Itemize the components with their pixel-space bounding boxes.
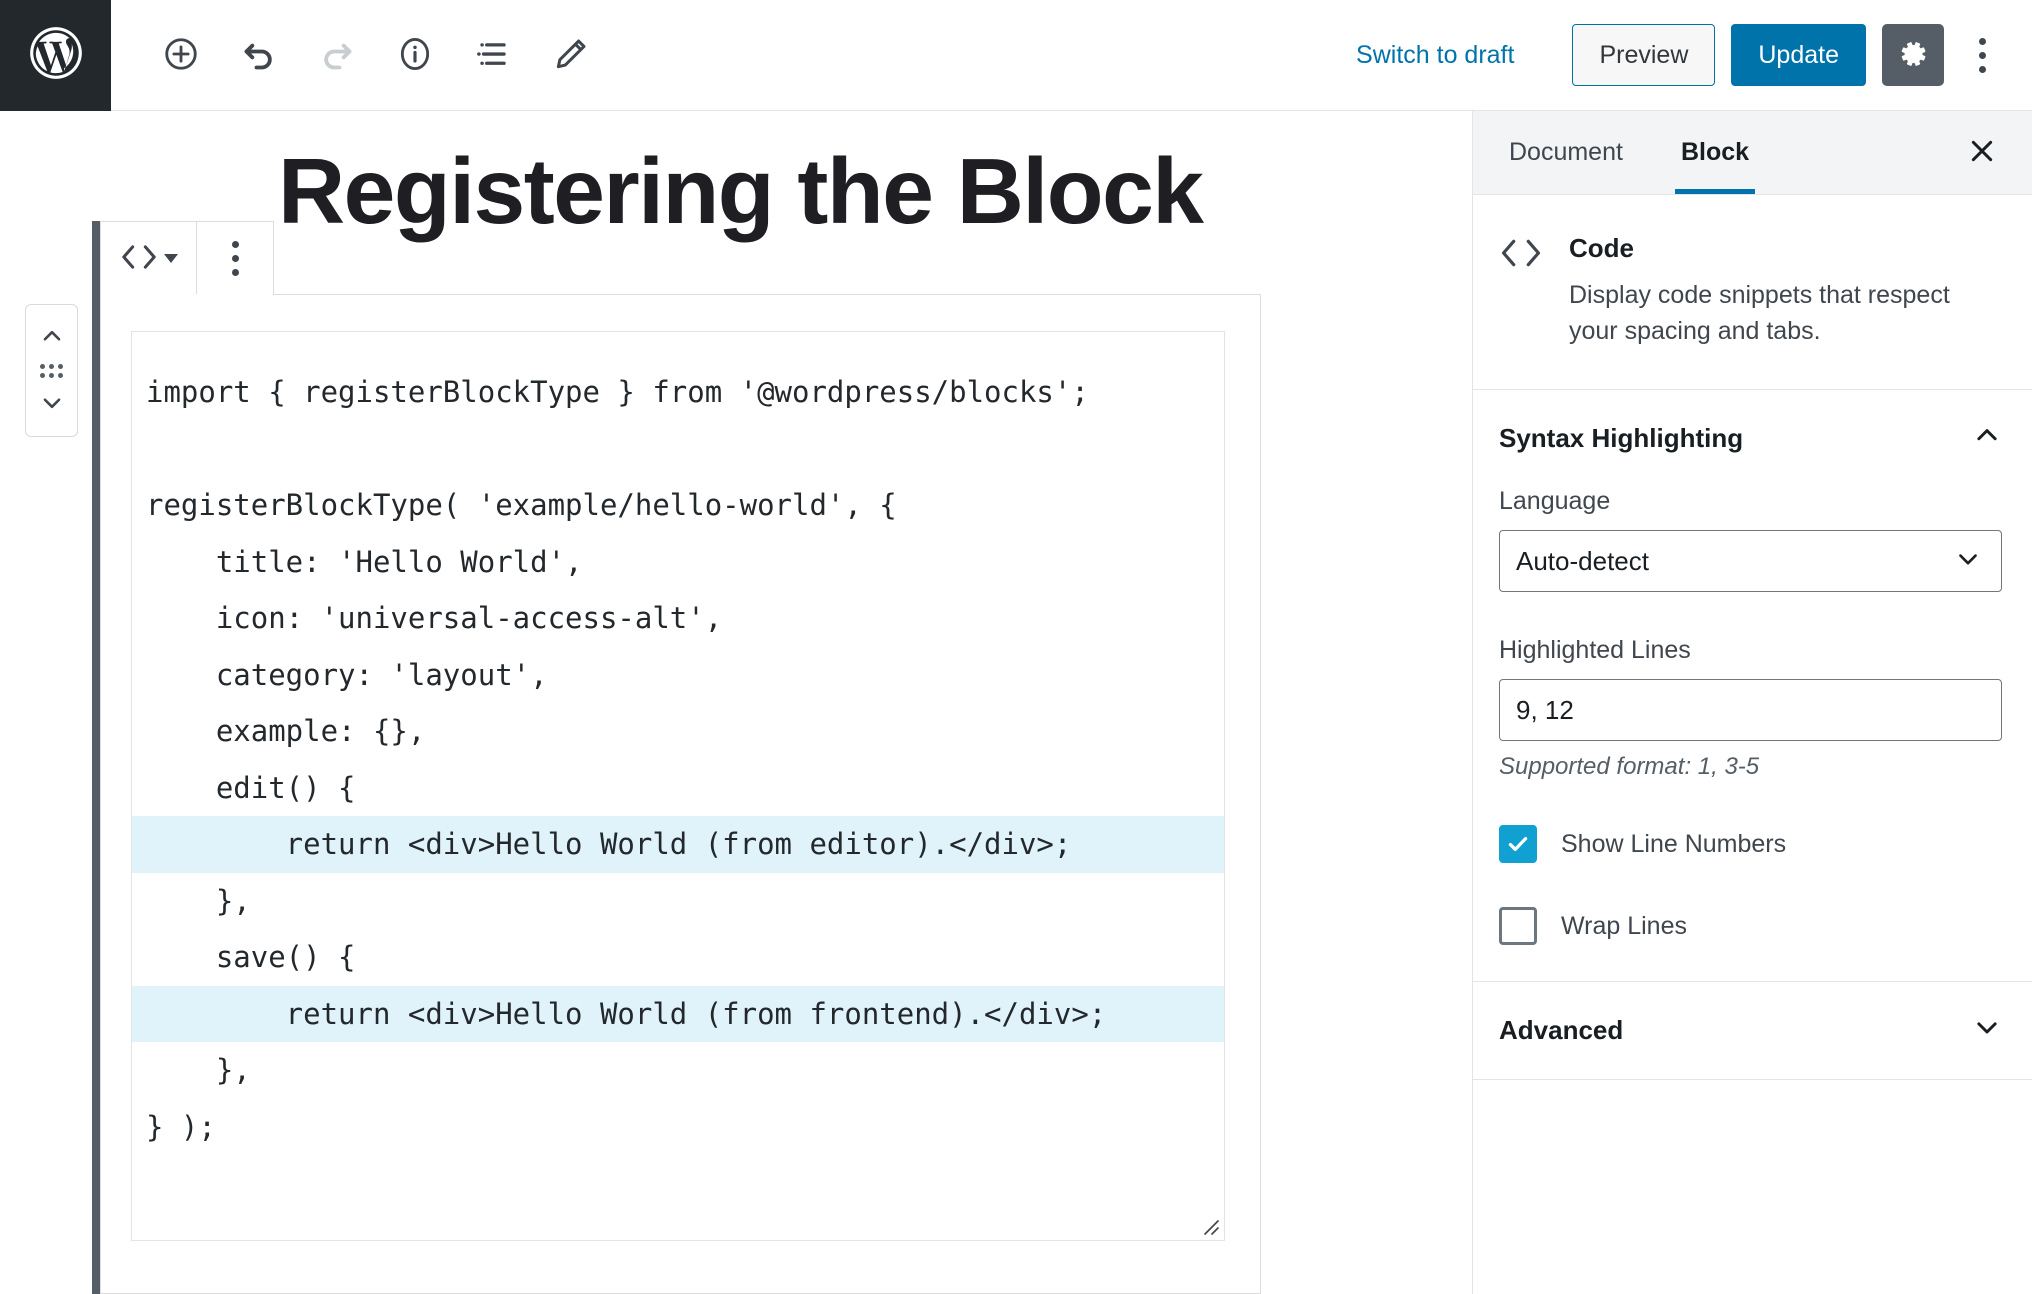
highlighted-lines-input[interactable] bbox=[1499, 679, 2002, 741]
highlighted-lines-help-text: Supported format: 1, 3-5 bbox=[1499, 753, 2002, 781]
content-info-button[interactable] bbox=[385, 25, 445, 85]
settings-sidebar: Document Block Code Display code snippet… bbox=[1472, 111, 2032, 1294]
kebab-vertical-icon bbox=[1979, 38, 1986, 73]
list-view-icon bbox=[474, 35, 512, 76]
code-line: save() { bbox=[132, 929, 1224, 986]
code-line: }, bbox=[132, 1042, 1224, 1099]
show-line-numbers-checkbox[interactable]: Show Line Numbers bbox=[1499, 825, 2002, 863]
advanced-panel-title: Advanced bbox=[1499, 1015, 1623, 1046]
block-card-title: Code bbox=[1569, 233, 2002, 264]
undo-button[interactable] bbox=[229, 25, 289, 85]
show-line-numbers-label: Show Line Numbers bbox=[1561, 830, 1786, 859]
editor-canvas: Registering the Block bbox=[0, 111, 1472, 1294]
code-line: category: 'layout', bbox=[132, 647, 1224, 704]
code-line bbox=[132, 421, 1224, 478]
close-sidebar-button[interactable] bbox=[1952, 111, 2012, 194]
block-card-text: Code Display code snippets that respect … bbox=[1569, 233, 2002, 349]
code-line: title: 'Hello World', bbox=[132, 534, 1224, 591]
checkbox-checked-icon bbox=[1499, 825, 1537, 863]
syntax-highlighting-panel-body: Language Auto-detect Highlighted Lines S… bbox=[1473, 487, 2032, 981]
code-angle-brackets-icon bbox=[120, 242, 158, 275]
wrap-lines-label: Wrap Lines bbox=[1561, 912, 1687, 941]
kebab-vertical-icon bbox=[232, 241, 239, 276]
pencil-icon bbox=[552, 35, 590, 76]
code-line: icon: 'universal-access-alt', bbox=[132, 590, 1224, 647]
block-options-button[interactable] bbox=[197, 222, 273, 294]
language-select[interactable]: Auto-detect bbox=[1499, 530, 2002, 592]
block-card-description: Display code snippets that respect your … bbox=[1569, 278, 2002, 349]
advanced-panel-header[interactable]: Advanced bbox=[1473, 982, 2032, 1079]
syntax-highlighting-panel-title: Syntax Highlighting bbox=[1499, 423, 1743, 454]
chevron-up-icon bbox=[39, 323, 65, 352]
editor-top-bar: Switch to draft Preview Update bbox=[0, 0, 2032, 111]
preview-button[interactable]: Preview bbox=[1572, 24, 1715, 86]
sidebar-tab-bar: Document Block bbox=[1473, 111, 2032, 195]
redo-arrow-icon bbox=[317, 34, 357, 77]
close-x-icon bbox=[1966, 135, 1998, 170]
block-info-card: Code Display code snippets that respect … bbox=[1473, 195, 2032, 390]
block-navigation-button[interactable] bbox=[463, 25, 523, 85]
add-block-button[interactable] bbox=[151, 25, 211, 85]
update-button[interactable]: Update bbox=[1731, 24, 1866, 86]
code-line: return <div>Hello World (from editor).</… bbox=[132, 816, 1224, 873]
edit-mode-button[interactable] bbox=[541, 25, 601, 85]
drag-dots-icon[interactable] bbox=[40, 364, 63, 378]
code-angle-brackets-icon bbox=[1499, 233, 1543, 349]
highlighted-lines-field: Highlighted Lines Supported format: 1, 3… bbox=[1499, 636, 2002, 781]
move-block-up-button[interactable] bbox=[29, 317, 74, 357]
caret-down-icon bbox=[164, 254, 178, 263]
wordpress-logo-icon bbox=[25, 22, 87, 89]
info-circle-icon bbox=[396, 35, 434, 76]
code-line: }, bbox=[132, 873, 1224, 930]
undo-arrow-icon bbox=[239, 34, 279, 77]
language-field: Language Auto-detect bbox=[1499, 487, 2002, 592]
advanced-panel: Advanced bbox=[1473, 982, 2032, 1080]
block-selection-indicator bbox=[92, 221, 100, 1294]
code-content: import { registerBlockType } from '@word… bbox=[132, 332, 1224, 1155]
wrap-lines-checkbox[interactable]: Wrap Lines bbox=[1499, 907, 2002, 945]
move-block-down-button[interactable] bbox=[29, 384, 74, 424]
highlighted-lines-label: Highlighted Lines bbox=[1499, 636, 2002, 665]
code-line: edit() { bbox=[132, 760, 1224, 817]
plus-circle-icon bbox=[162, 35, 200, 76]
chevron-up-icon bbox=[1972, 420, 2002, 457]
resize-corner-icon[interactable] bbox=[1196, 1212, 1222, 1238]
code-line: registerBlockType( 'example/hello-world'… bbox=[132, 477, 1224, 534]
tab-document[interactable]: Document bbox=[1487, 111, 1645, 194]
tab-block[interactable]: Block bbox=[1659, 111, 1771, 194]
syntax-highlighting-panel-header[interactable]: Syntax Highlighting bbox=[1473, 390, 2032, 487]
code-line: } ); bbox=[132, 1099, 1224, 1156]
block-toolbar bbox=[100, 221, 274, 295]
post-title[interactable]: Registering the Block bbox=[278, 140, 1203, 242]
block-type-switcher-button[interactable] bbox=[101, 222, 197, 294]
switch-to-draft-button[interactable]: Switch to draft bbox=[1340, 31, 1530, 80]
code-line: import { registerBlockType } from '@word… bbox=[132, 364, 1224, 421]
chevron-down-icon bbox=[1972, 1012, 2002, 1049]
code-line: return <div>Hello World (from frontend).… bbox=[132, 986, 1224, 1043]
top-bar-tools bbox=[111, 25, 601, 85]
wordpress-logo-button[interactable] bbox=[0, 0, 111, 111]
more-menu-button[interactable] bbox=[1954, 24, 2010, 86]
block-mover-controls bbox=[25, 304, 78, 437]
code-block[interactable]: import { registerBlockType } from '@word… bbox=[100, 294, 1261, 1294]
language-label: Language bbox=[1499, 487, 2002, 516]
syntax-highlighting-panel: Syntax Highlighting Language Auto-detect bbox=[1473, 390, 2032, 982]
gear-icon bbox=[1896, 37, 1930, 74]
checkbox-unchecked-icon bbox=[1499, 907, 1537, 945]
code-line: example: {}, bbox=[132, 703, 1224, 760]
settings-toggle-button[interactable] bbox=[1882, 24, 1944, 86]
code-editor-textarea[interactable]: import { registerBlockType } from '@word… bbox=[131, 331, 1225, 1241]
top-bar-actions: Switch to draft Preview Update bbox=[1340, 24, 2032, 86]
chevron-down-icon bbox=[39, 390, 65, 419]
redo-button[interactable] bbox=[307, 25, 367, 85]
